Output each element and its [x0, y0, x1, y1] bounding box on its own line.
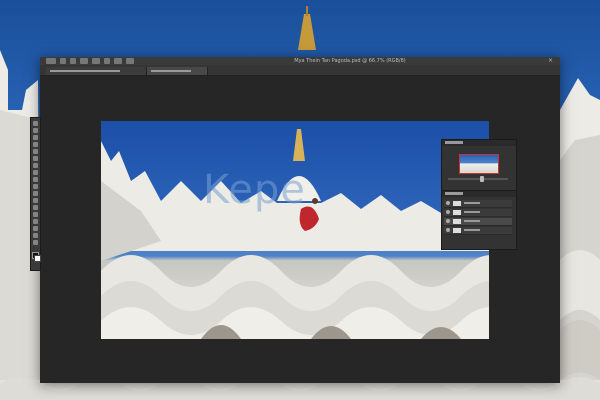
- crop-icon[interactable]: [33, 149, 38, 154]
- pen-icon[interactable]: [33, 219, 38, 224]
- menu-item-image[interactable]: [80, 58, 88, 64]
- menu-item-file[interactable]: [60, 58, 66, 64]
- eye-icon[interactable]: [446, 201, 450, 205]
- app-logo-icon[interactable]: [46, 58, 56, 64]
- zoom-slider-handle[interactable]: [480, 176, 484, 182]
- close-icon[interactable]: ×: [548, 58, 554, 64]
- type-icon[interactable]: [33, 226, 38, 231]
- tools-panel: [30, 117, 41, 271]
- lasso-icon[interactable]: [33, 135, 38, 140]
- eye-icon[interactable]: [446, 219, 450, 223]
- brush-icon[interactable]: [33, 170, 38, 175]
- quick-select-icon[interactable]: [33, 142, 38, 147]
- move-icon[interactable]: [33, 121, 38, 126]
- layer-row[interactable]: [444, 227, 512, 235]
- menu-item-type[interactable]: [104, 58, 110, 64]
- layer-row[interactable]: [444, 200, 512, 208]
- layers-panel-header[interactable]: [442, 191, 516, 197]
- menu-item-edit[interactable]: [70, 58, 76, 64]
- navigator-panel-header[interactable]: [442, 140, 516, 146]
- dodge-icon[interactable]: [33, 212, 38, 217]
- document-canvas[interactable]: [101, 121, 489, 339]
- eyedropper-icon[interactable]: [33, 156, 38, 161]
- healing-icon[interactable]: [33, 163, 38, 168]
- blur-icon[interactable]: [33, 205, 38, 210]
- path-select-icon[interactable]: [33, 233, 38, 238]
- tab-label-bar: [151, 70, 191, 72]
- background-color-swatch[interactable]: [34, 255, 41, 262]
- menu-item-select[interactable]: [114, 58, 122, 64]
- eye-icon[interactable]: [446, 210, 450, 214]
- gradient-icon[interactable]: [33, 198, 38, 203]
- eye-icon[interactable]: [446, 228, 450, 232]
- navigator-panel: [441, 139, 517, 191]
- zoom-slider[interactable]: [448, 178, 508, 180]
- marquee-icon[interactable]: [33, 128, 38, 133]
- layer-row[interactable]: [444, 218, 512, 226]
- eraser-icon[interactable]: [33, 191, 38, 196]
- history-brush-icon[interactable]: [33, 184, 38, 189]
- navigator-thumbnail[interactable]: [459, 154, 499, 174]
- layer-row[interactable]: [444, 209, 512, 217]
- shape-icon[interactable]: [33, 240, 38, 245]
- clone-stamp-icon[interactable]: [33, 177, 38, 182]
- tab-label-bar: [50, 70, 120, 72]
- tab-document-1[interactable]: [46, 67, 147, 75]
- document-title: Mya Thein Tan Pagoda.psd @ 66.7% (RGB/8): [294, 58, 406, 64]
- menu-bar: Mya Thein Tan Pagoda.psd @ 66.7% (RGB/8)…: [40, 57, 560, 65]
- layers-panel: [441, 190, 517, 250]
- tab-document-2[interactable]: [147, 67, 208, 75]
- menu-item-layer[interactable]: [92, 58, 100, 64]
- menu-item-filter[interactable]: [126, 58, 134, 64]
- watermark: Kepe: [203, 167, 306, 213]
